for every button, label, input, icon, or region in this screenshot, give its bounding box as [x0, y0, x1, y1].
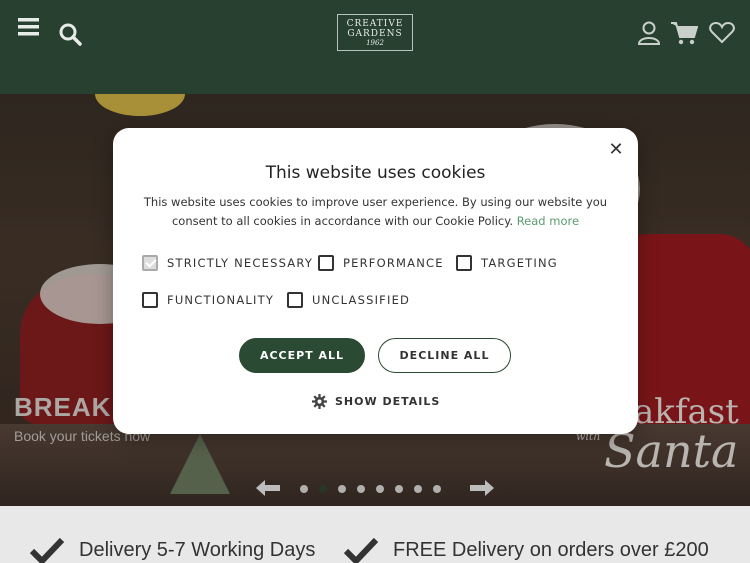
option-label: STRICTLY NECESSARY — [167, 256, 314, 270]
feature-item: Delivery 5-7 Working Days — [30, 536, 315, 563]
option-performance[interactable]: PERFORMANCE — [318, 254, 444, 272]
option-targeting[interactable]: TARGETING — [456, 254, 558, 272]
option-strictly-necessary[interactable]: STRICTLY NECESSARY — [142, 254, 313, 272]
check-icon — [344, 537, 378, 563]
cookie-dialog-body: This website uses cookies to improve use… — [125, 193, 626, 231]
option-label: FUNCTIONALITY — [167, 293, 275, 307]
check-icon — [30, 537, 64, 563]
show-details-button[interactable]: SHOW DETAILS — [312, 394, 440, 409]
features-strip: Delivery 5-7 Working Days FREE Delivery … — [0, 506, 750, 563]
decline-all-button[interactable]: DECLINE ALL — [378, 338, 511, 373]
checkbox-targeting[interactable] — [456, 255, 472, 271]
option-label: UNCLASSIFIED — [312, 293, 411, 307]
checkbox-unclassified[interactable] — [287, 292, 303, 308]
site-logo[interactable]: CREATIVE GARDENS 1962 — [337, 14, 413, 51]
search-icon[interactable] — [58, 22, 82, 46]
feature-item: FREE Delivery on orders over £200 — [344, 536, 709, 563]
option-unclassified[interactable]: UNCLASSIFIED — [287, 291, 410, 309]
cookie-consent-dialog: ✕ This website uses cookies This website… — [113, 128, 638, 434]
account-icon[interactable] — [638, 21, 660, 45]
cookie-dialog-title: This website uses cookies — [265, 163, 486, 183]
show-details-label: SHOW DETAILS — [335, 395, 441, 408]
gear-icon — [312, 394, 327, 409]
checkbox-strictly-necessary[interactable] — [142, 255, 158, 271]
feature-text: FREE Delivery on orders over £200 — [393, 538, 709, 561]
logo-line-1: CREATIVE — [346, 19, 404, 29]
accept-all-button[interactable]: ACCEPT ALL — [239, 338, 365, 373]
option-label: PERFORMANCE — [343, 256, 444, 270]
logo-line-3: 1962 — [366, 39, 384, 47]
close-icon[interactable]: ✕ — [608, 141, 624, 159]
feature-text: Delivery 5-7 Working Days — [79, 538, 316, 561]
cart-icon[interactable] — [671, 21, 698, 45]
site-header: CREATIVE GARDENS 1962 — [0, 0, 750, 94]
read-more-link[interactable]: Read more — [517, 214, 579, 228]
checkbox-functionality[interactable] — [142, 292, 158, 308]
menu-icon[interactable] — [18, 18, 39, 36]
option-label: TARGETING — [481, 256, 558, 270]
wishlist-heart-icon[interactable] — [709, 22, 735, 44]
checkbox-performance[interactable] — [318, 255, 334, 271]
option-functionality[interactable]: FUNCTIONALITY — [142, 291, 274, 309]
logo-line-2: GARDENS — [347, 29, 403, 39]
